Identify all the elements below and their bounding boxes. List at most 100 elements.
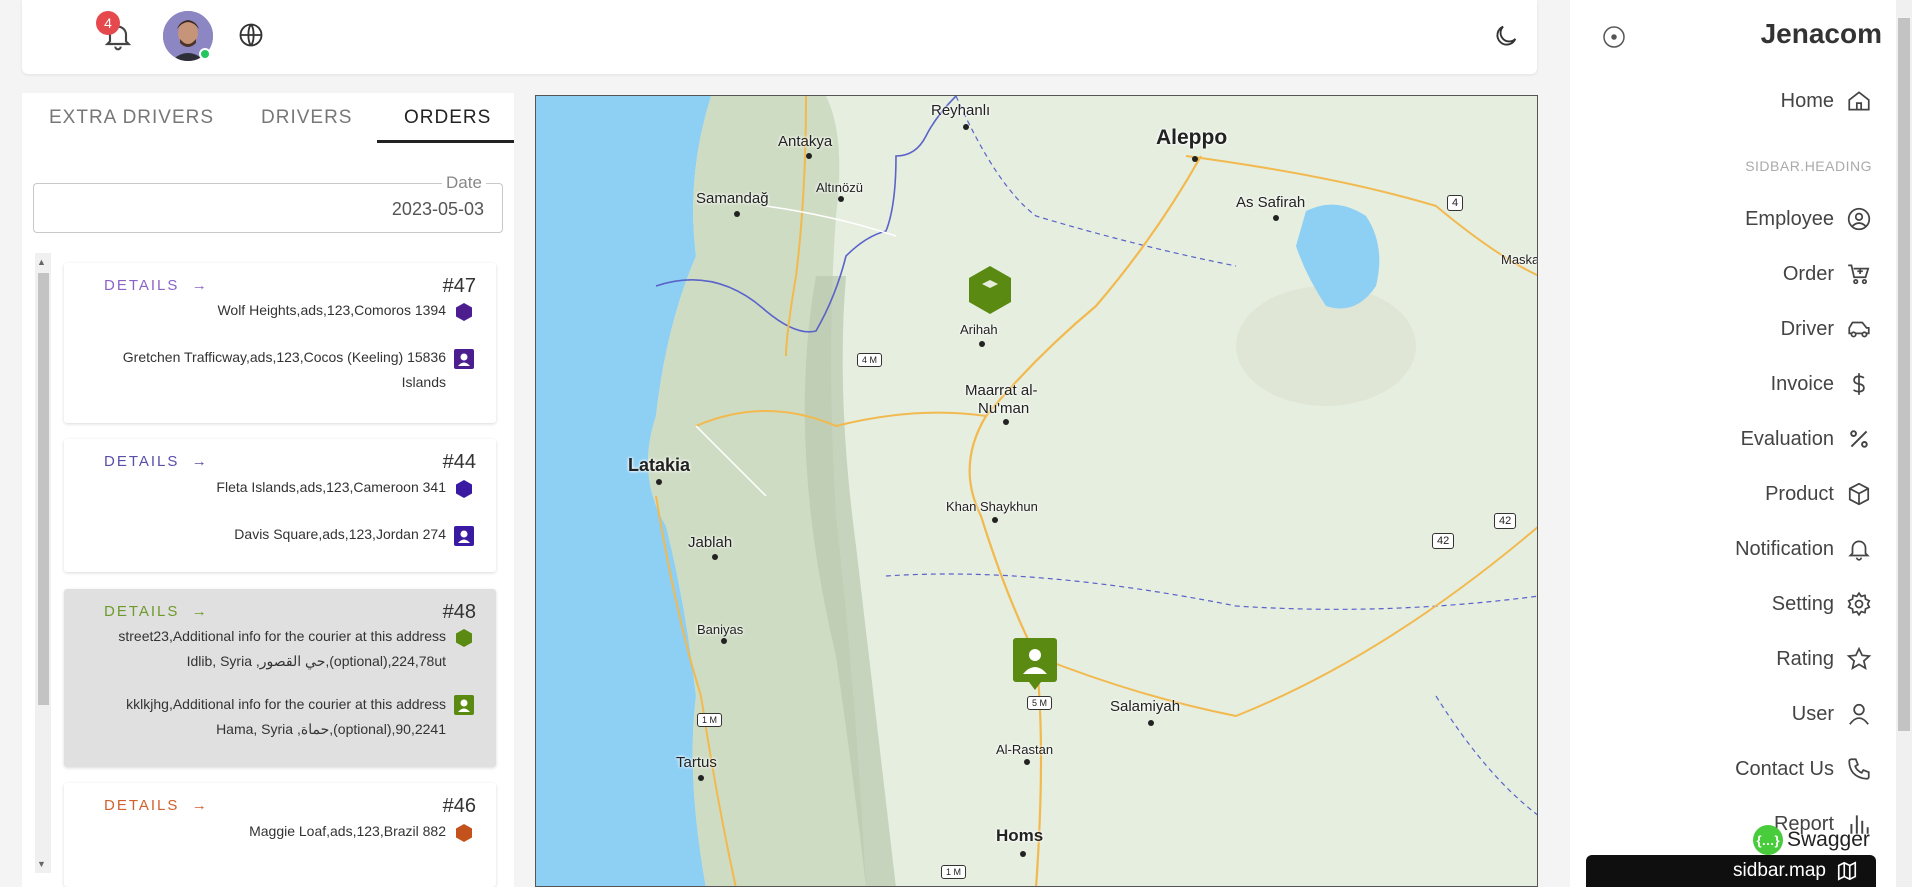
details-link[interactable]: DETAILS → <box>104 603 209 620</box>
sidebar-item-label: User <box>1791 702 1834 725</box>
map-view[interactable]: Reyhanlı Antakya Aleppo Samandağ Altınöz… <box>535 95 1538 887</box>
sidebar-item-label: Contact Us <box>1735 757 1834 780</box>
road-shield: 42 <box>1432 533 1455 549</box>
dropoff-address: Gretchen Trafficway,ads,123,Cocos (Keeli… <box>122 349 446 365</box>
details-link[interactable]: DETAILS → <box>104 797 209 814</box>
order-card[interactable]: DETAILS → #44 Fleta Islands,ads,123,Came… <box>64 439 496 572</box>
package-icon <box>456 824 472 842</box>
sidebar-item-setting[interactable]: Setting <box>1772 589 1872 619</box>
sidebar-item-invoice[interactable]: Invoice <box>1771 369 1872 399</box>
package-icon <box>456 629 472 647</box>
map-button-label: sidbar.map <box>1733 860 1826 881</box>
pickup-address: Fleta Islands,ads,123,Cameroon 341 <box>216 479 446 495</box>
order-number: #46 <box>442 795 476 817</box>
orders-panel: EXTRA DRIVERS DRIVERS ORDERS 2023-05-03 … <box>22 93 514 887</box>
map-button[interactable]: sidbar.map <box>1586 855 1876 887</box>
globe-icon[interactable] <box>237 21 265 49</box>
moon-icon[interactable] <box>1492 22 1520 50</box>
map-label: Latakia <box>628 455 691 475</box>
map-label: Homs <box>996 826 1044 845</box>
sidebar-item-notification[interactable]: Notification <box>1735 534 1872 564</box>
map-label: Nu'man <box>978 400 1030 417</box>
city-marker <box>1148 720 1154 726</box>
order-card[interactable]: DETAILS → #47 Wolf Heights,ads,123,Comor… <box>64 263 496 423</box>
sidebar-item-label: Invoice <box>1770 372 1834 395</box>
details-link[interactable]: DETAILS → <box>104 277 209 294</box>
map-label: Arihah <box>960 322 998 337</box>
package-icon <box>456 480 472 498</box>
sidebar-item-user[interactable]: User <box>1792 699 1872 729</box>
user-circle-icon <box>1847 207 1871 231</box>
city-marker <box>712 554 718 560</box>
sidebar-item-contact-us[interactable]: Contact Us <box>1735 754 1872 784</box>
date-field[interactable]: 2023-05-03 <box>33 183 503 233</box>
dropoff-address-line2: Hama, Syria ,حماة,(optional),90,2241 <box>216 721 446 737</box>
map-label: Baniyas <box>697 622 744 637</box>
recipient-icon <box>454 695 474 715</box>
sidebar-item-product[interactable]: Product <box>1765 479 1872 509</box>
date-value[interactable]: 2023-05-03 <box>392 199 484 220</box>
map-label: Salamiyah <box>1110 698 1181 715</box>
scroll-up-arrow[interactable]: ▲ <box>37 257 46 267</box>
dropoff-address-continued: Islands <box>401 374 446 390</box>
orders-scrollbar-thumb[interactable] <box>38 273 49 705</box>
car-icon <box>1848 321 1870 338</box>
scroll-down-arrow[interactable]: ▼ <box>37 859 46 869</box>
sidebar-heading: SIDBAR.HEADING <box>1745 158 1872 174</box>
map-label: Maarrat al- <box>965 382 1038 399</box>
tab-bar: EXTRA DRIVERS DRIVERS ORDERS <box>22 93 514 143</box>
swagger-badge[interactable]: {…} Swagger <box>1753 823 1870 857</box>
sidebar-item-label: Rating <box>1776 647 1834 670</box>
brand-title: Jenacom <box>1760 18 1882 49</box>
top-header: 4 <box>22 0 1537 74</box>
sidebar-item-driver[interactable]: Driver <box>1781 314 1872 344</box>
map-label: Tartus <box>676 754 717 771</box>
order-card[interactable]: DETAILS → #46 Maggie Loaf,ads,123,Brazil… <box>64 783 496 887</box>
map-label: Reyhanlı <box>931 102 991 119</box>
map-label: As Safirah <box>1236 194 1306 211</box>
page-scrollbar-thumb[interactable] <box>1898 18 1910 731</box>
home-icon <box>1848 91 1870 111</box>
map-label: Aleppo <box>1156 126 1228 149</box>
road-shield: 4 M <box>857 353 883 367</box>
tab-extra-drivers[interactable]: EXTRA DRIVERS <box>49 107 214 129</box>
recipient-icon <box>454 526 474 546</box>
tab-orders[interactable]: ORDERS <box>404 107 491 129</box>
pickup-address-line1: street23,Additional info for the courier… <box>118 628 446 644</box>
details-link[interactable]: DETAILS → <box>104 453 209 470</box>
sidebar-item-home[interactable]: Home <box>1781 86 1872 116</box>
order-number: #44 <box>442 451 476 473</box>
dropoff-address: kklkjhg,Additional info for the courier … <box>81 692 476 742</box>
pickup-address: street23,Additional info for the courier… <box>81 624 476 674</box>
map-label: Jablah <box>688 534 733 551</box>
sidebar-item-label: Setting <box>1771 592 1834 615</box>
active-tab-indicator <box>377 140 514 143</box>
dropoff-map-marker[interactable] <box>1011 636 1059 692</box>
map-label: Samandağ <box>696 190 769 207</box>
road-shield: 1 M <box>697 713 723 727</box>
order-number: #47 <box>442 275 476 297</box>
sidebar-item-label: Order <box>1782 262 1834 285</box>
city-marker <box>963 124 969 130</box>
city-marker <box>721 638 727 644</box>
pickup-map-marker[interactable] <box>966 264 1014 316</box>
sidebar-item-label: Notification <box>1735 537 1834 560</box>
map-icon <box>1837 861 1857 881</box>
sidebar-item-employee[interactable]: Employee <box>1745 204 1872 234</box>
sidebar-item-rating[interactable]: Rating <box>1776 644 1872 674</box>
star-icon <box>1846 646 1872 670</box>
dollar-icon <box>1853 373 1865 395</box>
notification-count-badge: 4 <box>96 11 120 35</box>
city-marker <box>806 153 812 159</box>
city-marker <box>1024 759 1030 765</box>
tab-drivers[interactable]: DRIVERS <box>261 107 352 129</box>
city-marker <box>1273 215 1279 221</box>
cart-icon <box>1848 264 1870 285</box>
order-card-selected[interactable]: DETAILS → #48 street23,Additional info f… <box>64 589 496 767</box>
collapse-sidebar-icon[interactable] <box>1602 25 1626 49</box>
sidebar-item-evaluation[interactable]: Evaluation <box>1741 424 1872 454</box>
sidebar-item-order[interactable]: Order <box>1783 259 1872 289</box>
box-icon <box>1848 482 1870 506</box>
city-marker <box>992 517 998 523</box>
city-marker <box>1020 851 1026 857</box>
